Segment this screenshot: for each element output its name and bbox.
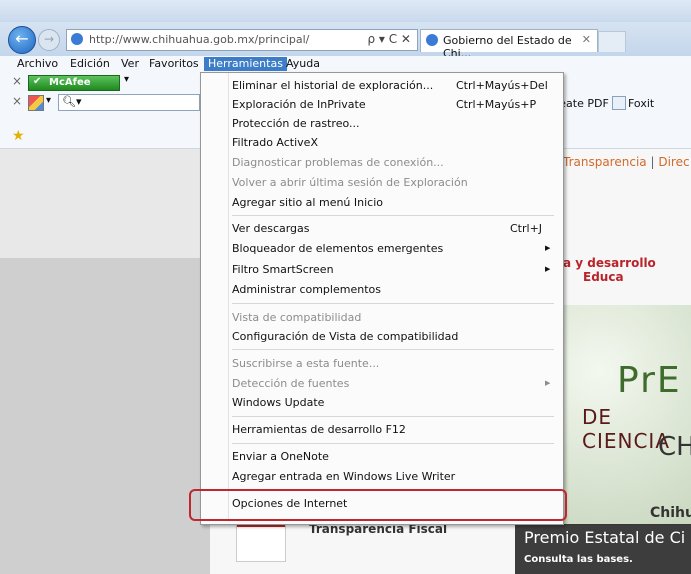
menu-item-bloqueador[interactable]: Bloqueador de elementos emergentes ▶ [207,239,557,258]
browser-tab[interactable]: Gobierno del Estado de Chi... ✕ [420,29,598,60]
menu-separator [232,349,554,350]
menu-item-agregar-inicio[interactable]: Agregar sitio al menú Inicio [207,193,557,212]
fiscal-thumbnail[interactable] [236,520,286,562]
menu-ayuda[interactable]: Ayuda [282,57,324,71]
menu-item-diagnosticar: Diagnosticar problemas de conexión... [232,156,444,169]
close-toolbar-icon[interactable]: × [12,74,22,88]
menu-edicion[interactable]: Edición [66,57,114,71]
menu-item-config-vista-compat[interactable]: Configuración de Vista de compatibilidad [207,327,557,346]
page-nav-links: Transparencia | Direc [563,155,690,169]
search-icon: 🔍︎▾ [62,95,82,108]
menu-item-f12[interactable]: Herramientas de desarrollo F12 [207,420,557,439]
checkmark-icon: ✔ [33,76,42,87]
address-bar[interactable]: http://www.chihuahua.gob.mx/principal/ ρ… [66,29,418,51]
menu-item-proteccion-rastreo[interactable]: Protección de rastreo... [207,114,557,133]
menu-item-filtrado-activex[interactable]: Filtrado ActiveX [207,133,557,152]
window-title-bar [0,0,691,22]
menu-archivo[interactable]: Archivo [13,57,62,71]
menu-favoritos[interactable]: Favoritos [145,57,203,71]
caption-title: Premio Estatal de Ci [524,528,686,547]
menu-item-inprivate[interactable]: Exploración de InPrivate Ctrl+Mayús+P [207,95,557,114]
submenu-arrow-icon: ▶ [545,244,551,252]
menu-separator [232,215,554,216]
pencil-dropdown-icon[interactable]: ▾ [46,95,51,106]
menu-item-eliminar-historial[interactable]: Eliminar el historial de exploración... C… [207,76,557,95]
caption-subtitle[interactable]: Consulta las bases. [524,554,633,565]
submenu-arrow-icon: ▶ [545,379,551,387]
foxit-icon [612,96,626,110]
banner-ch-text: CH [658,432,691,462]
menu-item-smartscreen[interactable]: Filtro SmartScreen ▶ [207,260,557,279]
menu-separator [232,443,554,444]
link-desarrollo[interactable]: a y desarrollo [563,256,656,270]
pencil-icon[interactable] [28,95,44,111]
banner-pre-text: PrE [617,360,682,401]
banner-caption[interactable]: Premio Estatal de Ci Consulta las bases. [515,524,691,574]
menu-item-windows-update[interactable]: Windows Update [207,393,557,412]
menu-item-vista-compat: Vista de compatibilidad [232,311,362,324]
search-input[interactable]: 🔍︎▾ [58,94,200,111]
menu-item-onenote[interactable]: Enviar a OneNote [207,447,557,466]
highlight-box [189,489,567,521]
mcafee-dropdown-icon[interactable]: ▾ [124,74,129,85]
nav-direc[interactable]: Direc [658,155,689,169]
menu-item-ver-descargas[interactable]: Ver descargas Ctrl+J [207,219,557,238]
arrow-right-icon: → [43,32,55,46]
submenu-arrow-icon: ▶ [545,265,551,273]
mcafee-label: McAfee [49,77,91,88]
menu-item-complementos[interactable]: Administrar complementos [207,280,557,299]
forward-button[interactable]: → [38,29,60,51]
tools-menu: Eliminar el historial de exploración... C… [200,72,564,525]
tab-close-icon[interactable]: ✕ [582,33,591,46]
mcafee-button[interactable]: ✔ McAfee [28,75,120,91]
new-tab-button[interactable] [598,31,626,52]
nav-separator: | [650,155,655,169]
arrow-left-icon: ← [15,29,29,48]
menu-herramientas[interactable]: Herramientas [204,57,287,71]
page-red-links: a y desarrollo Educa [563,256,691,284]
menu-item-deteccion-fuentes: Detección de fuentes ▶ [207,374,557,393]
menu-item-suscribirse: Suscribirse a esta fuente... [232,357,380,370]
favorites-star-icon[interactable]: ★ [12,128,25,144]
address-url: http://www.chihuahua.gob.mx/principal/ [89,33,310,46]
menu-ver[interactable]: Ver [117,57,143,71]
menu-item-live-writer[interactable]: Agregar entrada en Windows Live Writer [207,467,557,486]
menu-separator [232,303,554,304]
menu-bar: Archivo Edición Ver Favoritos Herramient… [0,56,691,72]
site-favicon-icon [71,33,83,45]
nav-transparencia[interactable]: Transparencia [563,155,647,169]
page-left-lower-panel [0,258,210,574]
tab-favicon-icon [426,34,438,46]
back-button[interactable]: ← [8,26,36,54]
close-toolbar-icon[interactable]: × [12,94,22,108]
menu-separator [232,416,554,417]
link-educa[interactable]: Educa [583,270,624,284]
banner-chih-text: Chihu [650,505,691,521]
menu-item-volver-abrir: Volver a abrir última sesión de Explorac… [232,176,468,189]
address-tools-icons[interactable]: ρ ▾ C ✕ [367,32,411,46]
